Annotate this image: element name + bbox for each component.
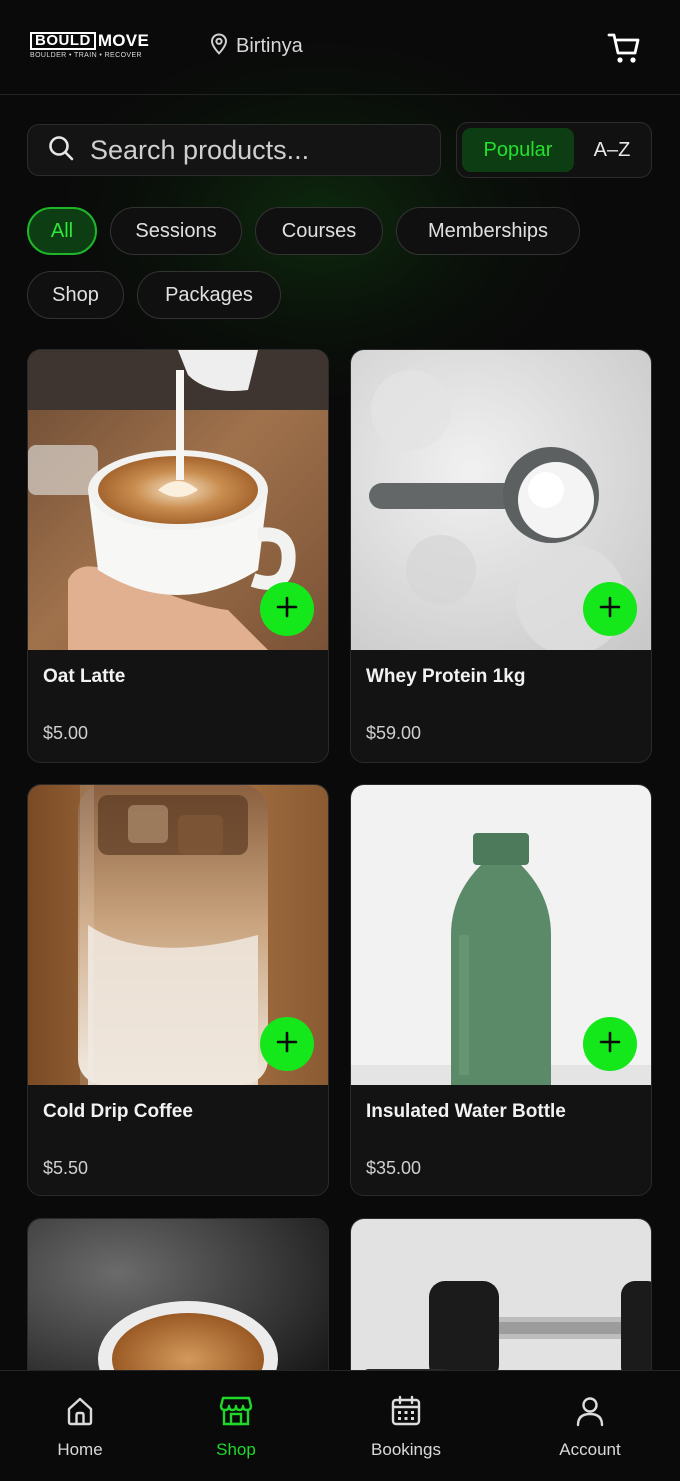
- add-to-cart-button[interactable]: [260, 582, 314, 636]
- category-chip-all[interactable]: All: [27, 207, 97, 255]
- product-card[interactable]: Oat Latte $5.00: [27, 349, 329, 763]
- product-card[interactable]: Whey Protein 1kg $59.00: [350, 349, 652, 763]
- plus-icon: [276, 596, 298, 623]
- sort-az-option[interactable]: A–Z: [579, 128, 645, 172]
- category-chip-packages[interactable]: Packages: [137, 271, 281, 319]
- app-header: BOULD MOVE BOULDER • TRAIN • RECOVER Bir…: [0, 0, 680, 95]
- product-name: Insulated Water Bottle: [366, 1101, 566, 1122]
- category-chip-sessions[interactable]: Sessions: [110, 207, 242, 255]
- product-name: Whey Protein 1kg: [366, 666, 526, 687]
- user-icon: [574, 1395, 606, 1432]
- category-chip-shop[interactable]: Shop: [27, 271, 124, 319]
- category-chip-memberships[interactable]: Memberships: [396, 207, 580, 255]
- plus-icon: [276, 1031, 298, 1058]
- nav-label-bookings: Bookings: [371, 1440, 441, 1459]
- product-card[interactable]: Insulated Water Bottle $35.00: [350, 784, 652, 1196]
- home-icon: [64, 1395, 96, 1432]
- logo-tagline: BOULDER • TRAIN • RECOVER: [30, 52, 143, 59]
- product-price: $35.00: [366, 1158, 422, 1178]
- plus-icon: [599, 596, 621, 623]
- sort-popular-option[interactable]: Popular: [462, 128, 574, 172]
- cart-button[interactable]: [606, 30, 642, 66]
- product-name: Cold Drip Coffee: [43, 1101, 193, 1122]
- nav-item-shop[interactable]: Shop: [176, 1395, 296, 1460]
- product-price: $5.50: [43, 1158, 89, 1178]
- nav-label-account: Account: [559, 1440, 621, 1459]
- nav-label-home: Home: [57, 1440, 103, 1459]
- logo-box-text: BOULD: [30, 32, 96, 50]
- store-icon: [219, 1395, 253, 1432]
- calendar-icon: [390, 1395, 422, 1432]
- product-price: $59.00: [366, 723, 422, 743]
- bottom-navigation: Home Shop Bookings Account: [0, 1370, 680, 1481]
- nav-label-shop: Shop: [216, 1440, 256, 1459]
- product-name: Oat Latte: [43, 666, 126, 687]
- plus-icon: [599, 1031, 621, 1058]
- shopping-cart-icon: [606, 33, 642, 70]
- search-bar[interactable]: [27, 124, 441, 176]
- location-name: Birtinya: [236, 35, 303, 57]
- nav-item-bookings[interactable]: Bookings: [346, 1395, 466, 1460]
- add-to-cart-button[interactable]: [583, 582, 637, 636]
- brand-logo[interactable]: BOULD MOVE BOULDER • TRAIN • RECOVER: [30, 31, 182, 62]
- search-input[interactable]: [90, 134, 410, 166]
- category-chip-courses[interactable]: Courses: [255, 207, 383, 255]
- search-icon: [28, 135, 90, 166]
- product-card[interactable]: Cold Drip Coffee $5.50: [27, 784, 329, 1196]
- logo-move-text: MOVE: [97, 31, 150, 50]
- nav-item-account[interactable]: Account: [530, 1395, 650, 1460]
- add-to-cart-button[interactable]: [583, 1017, 637, 1071]
- add-to-cart-button[interactable]: [260, 1017, 314, 1071]
- sort-toggle: Popular A–Z: [456, 122, 652, 178]
- location-selector[interactable]: Birtinya: [210, 33, 303, 60]
- map-pin-icon: [210, 33, 236, 60]
- nav-item-home[interactable]: Home: [20, 1395, 140, 1460]
- product-price: $5.00: [43, 723, 89, 743]
